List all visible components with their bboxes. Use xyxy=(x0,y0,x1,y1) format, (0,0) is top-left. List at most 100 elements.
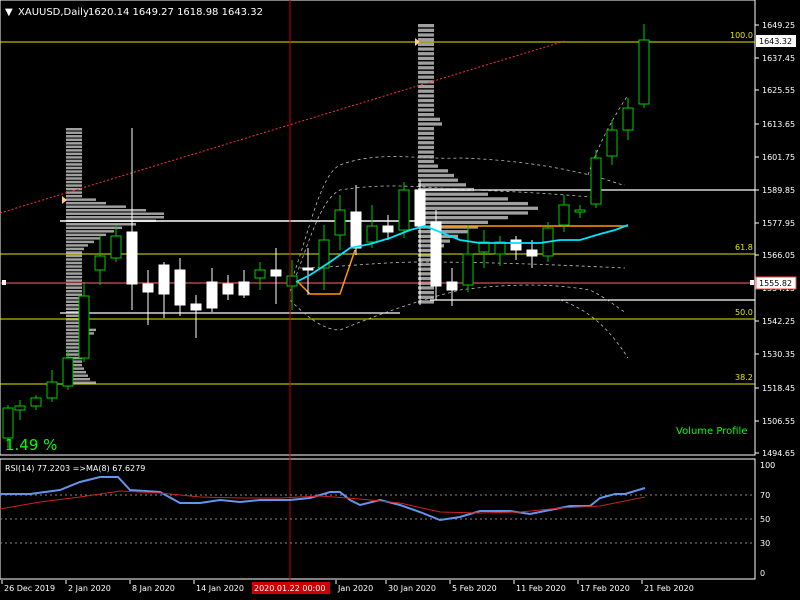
current-price-value: 1643.32 xyxy=(759,37,792,46)
volume-bar xyxy=(66,286,82,289)
rsi-tick-label: 70 xyxy=(760,491,770,500)
volume-bar xyxy=(66,135,82,138)
crosshair-time-badge: 2020.01.22 00:00 xyxy=(252,582,330,594)
volume-bar xyxy=(418,150,434,154)
volume-bar xyxy=(66,149,82,152)
volume-bar xyxy=(66,230,114,233)
marked-price-marker: 1555.82 xyxy=(755,276,797,290)
bear-candle xyxy=(510,239,522,251)
bull-candle xyxy=(622,107,634,131)
volume-bar xyxy=(418,173,454,178)
fib-labels: 100.0 61.8 50.0 38.2 xyxy=(730,31,753,382)
fib-label: 100.0 xyxy=(730,31,753,40)
volume-bar xyxy=(418,117,440,121)
bear-candle xyxy=(238,281,250,296)
bull-candle xyxy=(78,295,90,359)
bull-candle xyxy=(62,357,74,387)
rsi-tick-label: 0 xyxy=(760,569,765,578)
bear-candle xyxy=(206,281,218,309)
bear-candle xyxy=(142,283,154,293)
fib-label: 61.8 xyxy=(735,243,753,252)
bear-candle xyxy=(158,264,170,295)
volume-bar xyxy=(418,127,434,131)
bear-candle xyxy=(126,231,138,285)
volume-bar xyxy=(66,180,82,184)
bull-candle xyxy=(366,225,378,243)
price-tick-label: 1589.85 xyxy=(762,186,795,195)
volume-bar xyxy=(418,33,434,37)
volume-bar xyxy=(418,56,434,61)
volume-bar xyxy=(66,258,82,261)
volume-bar xyxy=(418,169,448,173)
volume-bar xyxy=(66,240,94,244)
volume-bar xyxy=(418,201,528,206)
price-tick-label: 1649.25 xyxy=(762,21,795,30)
bull-candle xyxy=(94,255,106,271)
volume-bar xyxy=(418,183,466,187)
bear-candle xyxy=(526,249,538,257)
current-price-marker: 1643.32 xyxy=(756,35,796,47)
volume-bar xyxy=(418,145,434,150)
rsi-title: RSI(14) 77.2203 =>MA(8) 67.6279 xyxy=(5,464,145,473)
time-tick-label: Jan 2020 xyxy=(337,584,373,593)
volume-bar xyxy=(66,170,82,173)
price-tick-label: 1566.05 xyxy=(762,251,795,260)
volume-bar xyxy=(418,70,434,75)
fib-label: 50.0 xyxy=(735,308,753,317)
bull-candle xyxy=(638,39,650,105)
volume-bar xyxy=(418,141,434,145)
rsi-tick-label: 50 xyxy=(760,515,770,524)
volume-bar xyxy=(418,220,488,224)
price-tick-label: 1613.65 xyxy=(762,120,795,129)
volume-bar xyxy=(418,84,434,89)
bull-candle xyxy=(14,405,26,411)
volume-bar xyxy=(418,216,508,220)
time-axis[interactable]: 26 Dec 2019 2 Jan 2020 8 Jan 2020 14 Jan 20… xyxy=(1,580,694,593)
volume-bar xyxy=(66,275,82,279)
volume-bar xyxy=(66,247,84,251)
volume-bar xyxy=(418,94,434,98)
volume-bar xyxy=(418,66,434,70)
volume-bar xyxy=(418,61,434,65)
price-marker-left xyxy=(2,280,6,285)
marked-price-value: 1555.82 xyxy=(759,279,792,288)
bull-candle xyxy=(574,209,586,213)
price-tick-label: 1506.55 xyxy=(762,417,795,426)
bull-candle xyxy=(398,189,410,231)
volume-bar xyxy=(66,131,82,134)
price-tick-label: 1530.35 xyxy=(762,350,795,359)
volume-bar xyxy=(66,237,100,240)
time-tick-label: 11 Feb 2020 xyxy=(516,584,566,593)
volume-bar xyxy=(66,272,82,275)
price-axis[interactable]: 1649.25 1637.45 1625.55 1613.65 1601.75 1589.… xyxy=(755,21,795,458)
volume-bar xyxy=(66,223,136,226)
volume-bar xyxy=(418,24,434,28)
volume-profile-label: Volume Profile xyxy=(676,426,747,437)
volume-bar xyxy=(66,251,82,254)
bull-candle xyxy=(558,204,570,226)
volume-bar xyxy=(418,28,434,32)
volume-bar xyxy=(418,103,434,107)
bear-candle xyxy=(174,269,186,306)
volume-bar xyxy=(418,178,458,182)
bull-candle xyxy=(334,209,346,236)
bull-candle xyxy=(590,157,602,205)
volume-bar xyxy=(66,261,82,265)
bull-candle xyxy=(46,381,58,399)
menu-arrow-icon[interactable]: ▼ xyxy=(5,7,13,18)
volume-bar xyxy=(418,197,508,201)
volume-bar xyxy=(66,201,106,205)
bear-candle xyxy=(414,189,426,227)
chart-canvas[interactable]: ▼ XAUUSD,Daily 1620.14 1649.27 1618.98 1… xyxy=(0,0,800,600)
price-tick-label: 1625.55 xyxy=(762,86,795,95)
volume-bar xyxy=(418,75,434,79)
ohlc-values: 1620.14 1649.27 1618.98 1643.32 xyxy=(88,7,263,18)
volume-bar xyxy=(66,156,82,159)
volume-bar xyxy=(66,159,82,163)
volume-bar xyxy=(66,205,126,208)
volume-bar xyxy=(418,131,434,135)
volume-bar xyxy=(418,108,434,112)
volume-bar xyxy=(66,233,106,237)
volume-bar xyxy=(418,52,434,56)
volume-bar xyxy=(66,166,82,170)
